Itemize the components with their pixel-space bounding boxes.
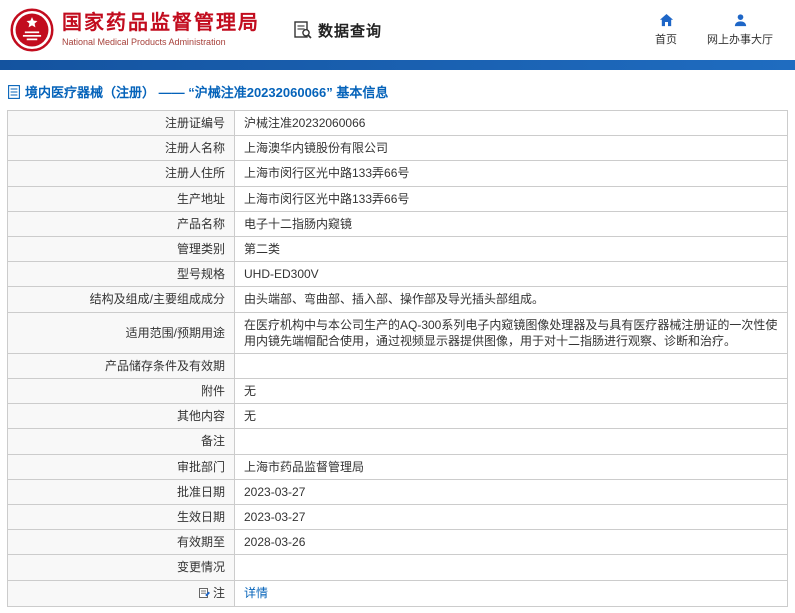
row-value: 上海市闵行区光中路133弄66号 — [234, 160, 788, 187]
table-row: 附件无 — [7, 378, 788, 405]
header-divider-bar — [0, 60, 795, 70]
row-value: 无 — [234, 403, 788, 430]
page-title: 境内医疗器械（注册） —— “沪械注准20232060066” 基本信息 — [8, 82, 788, 101]
person-icon — [734, 14, 746, 27]
row-value: 上海市闵行区光中路133弄66号 — [234, 185, 788, 212]
page: { "header": { "org_cn": "国家药品监督管理局", "or… — [0, 0, 795, 613]
table-row: 批准日期 2023-03-27 — [7, 478, 788, 506]
nav-hall-label: 网上办事大厅 — [707, 34, 773, 46]
row-label: 适用范围/预期用途 — [7, 311, 235, 354]
note-icon — [198, 586, 210, 602]
row-value: 由头端部、弯曲部、插入部、操作部及导光插头部组成。 — [234, 286, 788, 313]
table-row: 有效期至 2028-03-26 — [7, 529, 788, 556]
table-row: 其他内容无 — [7, 403, 788, 430]
org-names: 国家药品监督管理局 National Medical Products Admi… — [62, 12, 260, 47]
row-label: 批准日期 — [7, 478, 235, 506]
row-label: 其他内容 — [7, 403, 235, 430]
table-row: 产品名称 电子十二指肠内窥镜 — [7, 210, 788, 237]
nav-home-label: 首页 — [655, 34, 677, 46]
data-query-icon — [294, 21, 312, 39]
row-label: 变更情况 — [7, 554, 235, 581]
row-label: 产品名称 — [7, 210, 235, 237]
row-label: 注册人住所 — [7, 160, 235, 187]
table-row: 管理类别 第二类 — [7, 235, 788, 263]
table-row: 审批部门 上海市药品监督管理局 — [7, 453, 788, 480]
row-label: 注册证编号 — [7, 109, 235, 137]
logo-block: 国家药品监督管理局 National Medical Products Admi… — [10, 8, 260, 52]
site-header: 国家药品监督管理局 National Medical Products Admi… — [0, 0, 795, 60]
table-row: 备注 — [7, 428, 788, 455]
table-row: 注册证编号 沪械注准20232060066 — [7, 109, 788, 137]
row-label: 结构及组成/主要组成成分 — [7, 286, 235, 313]
row-value: 在医疗机构中与本公司生产的AQ-300系列电子内窥镜图像处理器及与具有医疗器械注… — [234, 311, 788, 354]
table-row: 产品储存条件及有效期 — [7, 352, 788, 380]
row-label: 管理类别 — [7, 235, 235, 263]
info-table: 注册证编号 沪械注准20232060066 注册人名称 上海澳华内镜股份有限公司 注册人… — [7, 109, 788, 607]
row-value: 电子十二指肠内窥镜 — [234, 210, 788, 237]
table-row: 型号规格 UHD-ED300V — [7, 261, 788, 288]
table-row: 生产地址 上海市闵行区光中路133弄66号 — [7, 185, 788, 212]
data-query-label: 数据查询 — [318, 22, 383, 40]
nmpa-emblem-icon — [10, 8, 54, 52]
page-title-text: 境内医疗器械（注册） —— “沪械注准20232060066” 基本信息 — [25, 85, 389, 100]
row-value: 详情 — [234, 579, 788, 607]
row-value: 2028-03-26 — [234, 529, 788, 556]
table-row: 结构及组成/主要组成成分 由头端部、弯曲部、插入部、操作部及导光插头部组成。 — [7, 286, 788, 313]
data-query-section: 数据查询 — [294, 20, 382, 41]
row-label: 生效日期 — [7, 503, 235, 531]
row-value: 沪械注准20232060066 — [234, 109, 788, 137]
row-value: 上海澳华内镜股份有限公司 — [234, 135, 788, 162]
org-name-en: National Medical Products Administration — [62, 37, 226, 48]
row-value: 第二类 — [234, 235, 788, 263]
table-row: 注详情 — [7, 579, 788, 607]
row-value — [234, 428, 788, 455]
row-label: 生产地址 — [7, 185, 235, 212]
row-label: 审批部门 — [7, 453, 235, 480]
row-label: 注 — [7, 579, 235, 607]
table-row: 适用范围/预期用途 在医疗机构中与本公司生产的AQ-300系列电子内窥镜图像处理器… — [7, 311, 788, 354]
table-row: 生效日期 2023-03-27 — [7, 503, 788, 531]
row-label: 附件 — [7, 378, 235, 405]
row-value: 2023-03-27 — [234, 503, 788, 531]
row-label: 注册人名称 — [7, 135, 235, 162]
table-row: 变更情况 — [7, 554, 788, 581]
top-nav: 首页 网上办事大厅 — [655, 13, 779, 47]
row-value: 上海市药品监督管理局 — [234, 453, 788, 480]
row-label: 型号规格 — [7, 261, 235, 288]
org-name-cn: 国家药品监督管理局 — [62, 12, 260, 35]
row-value: UHD-ED300V — [234, 261, 788, 288]
row-label: 备注 — [7, 428, 235, 455]
content: 境内医疗器械（注册） —— “沪械注准20232060066” 基本信息 注册证… — [0, 70, 795, 613]
row-value: 无 — [234, 378, 788, 405]
nav-home[interactable]: 首页 — [655, 13, 677, 47]
row-label: 产品储存条件及有效期 — [7, 352, 235, 380]
detail-link[interactable]: 详情 — [244, 586, 268, 600]
table-row: 注册人住所 上海市闵行区光中路133弄66号 — [7, 160, 788, 187]
document-icon — [8, 84, 20, 99]
row-value: 2023-03-27 — [234, 478, 788, 506]
row-value — [234, 352, 788, 380]
row-value — [234, 554, 788, 581]
info-table-body: 注册证编号 沪械注准20232060066 注册人名称 上海澳华内镜股份有限公司 注册人… — [7, 109, 788, 607]
table-row: 注册人名称 上海澳华内镜股份有限公司 — [7, 135, 788, 162]
row-label: 有效期至 — [7, 529, 235, 556]
nav-service-hall[interactable]: 网上办事大厅 — [707, 13, 773, 47]
home-icon — [659, 13, 673, 27]
